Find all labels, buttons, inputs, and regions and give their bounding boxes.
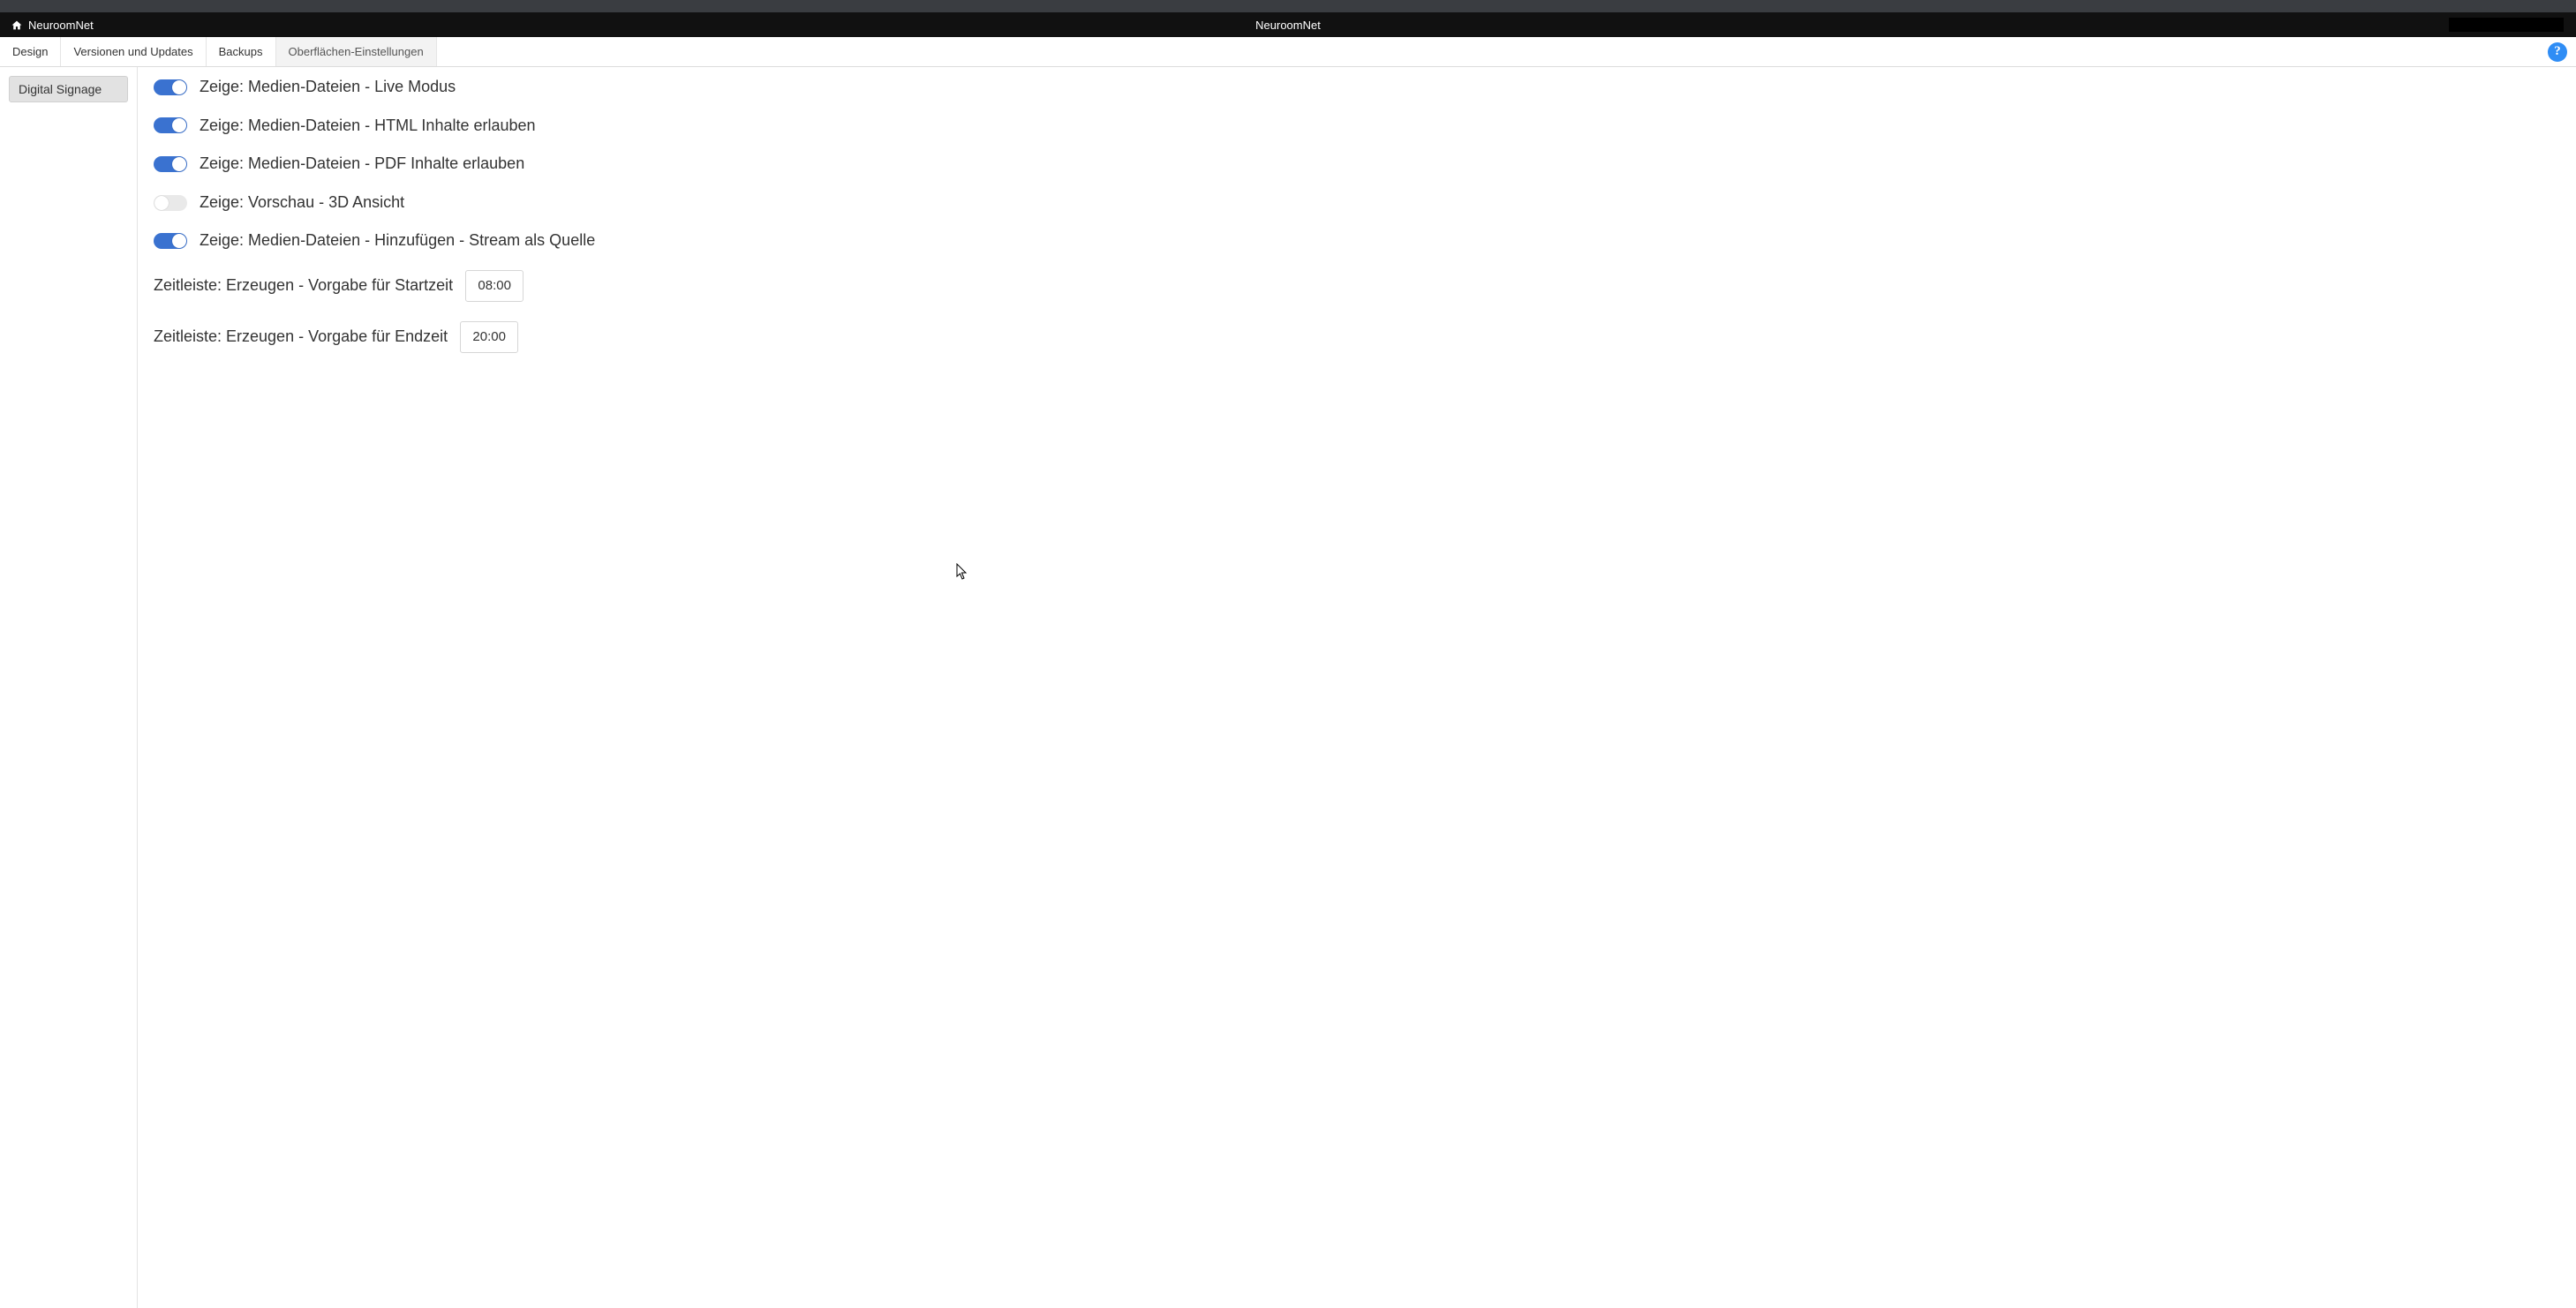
end-time-input[interactable] [460,321,518,353]
start-time-input[interactable] [465,270,523,302]
setting-label: Zeige: Medien-Dateien - Hinzufügen - Str… [200,231,595,251]
tab-label: Backups [219,45,263,58]
tab-backups[interactable]: Backups [207,37,276,66]
sidebar-item-label: Digital Signage [19,82,102,96]
toggle-html-inhalte[interactable] [154,117,187,133]
header-brand-text: NeuroomNet [28,19,94,32]
tab-ui-settings[interactable]: Oberflächen-Einstellungen [276,37,437,66]
toggle-knob [172,118,186,132]
tab-label: Versionen und Updates [73,45,192,58]
help-button[interactable]: ? [2548,42,2567,62]
sidebar: Digital Signage [0,67,138,1308]
setting-label: Zeitleiste: Erzeugen - Vorgabe für Start… [154,276,453,296]
setting-row: Zeige: Vorschau - 3D Ansicht [154,193,2560,213]
toggle-knob [154,196,169,210]
tab-design[interactable]: Design [0,37,61,66]
setting-row: Zeitleiste: Erzeugen - Vorgabe für Start… [154,270,2560,302]
toggle-pdf-inhalte[interactable] [154,156,187,172]
tab-bar: Design Versionen und Updates Backups Obe… [0,37,2576,67]
header-brand[interactable]: NeuroomNet [11,19,94,32]
setting-label: Zeige: Medien-Dateien - Live Modus [200,78,456,97]
header-right-block [2449,18,2564,32]
sidebar-item-digital-signage[interactable]: Digital Signage [9,76,128,102]
browser-top-strip [0,0,2576,12]
toggle-live-modus[interactable] [154,79,187,95]
header-title: NeuroomNet [1255,19,1321,32]
setting-label: Zeige: Medien-Dateien - PDF Inhalte erla… [200,154,524,174]
setting-row: Zeige: Medien-Dateien - HTML Inhalte erl… [154,117,2560,136]
toggle-knob [172,80,186,94]
toggle-knob [172,157,186,171]
question-icon: ? [2554,44,2561,59]
tab-label: Oberflächen-Einstellungen [289,45,424,58]
toggle-stream-quelle[interactable] [154,233,187,249]
tab-versions[interactable]: Versionen und Updates [61,37,206,66]
home-icon [11,19,23,31]
setting-label: Zeige: Medien-Dateien - HTML Inhalte erl… [200,117,536,136]
setting-row: Zeige: Medien-Dateien - PDF Inhalte erla… [154,154,2560,174]
toggle-3d-ansicht[interactable] [154,195,187,211]
toggle-knob [172,234,186,248]
setting-row: Zeitleiste: Erzeugen - Vorgabe für Endze… [154,321,2560,353]
content-area: Digital Signage Zeige: Medien-Dateien - … [0,67,2576,1308]
setting-label: Zeitleiste: Erzeugen - Vorgabe für Endze… [154,327,448,347]
app-header: NeuroomNet NeuroomNet [0,12,2576,37]
settings-panel: Zeige: Medien-Dateien - Live Modus Zeige… [138,67,2576,1308]
tab-label: Design [12,45,48,58]
setting-row: Zeige: Medien-Dateien - Hinzufügen - Str… [154,231,2560,251]
setting-row: Zeige: Medien-Dateien - Live Modus [154,78,2560,97]
setting-label: Zeige: Vorschau - 3D Ansicht [200,193,404,213]
